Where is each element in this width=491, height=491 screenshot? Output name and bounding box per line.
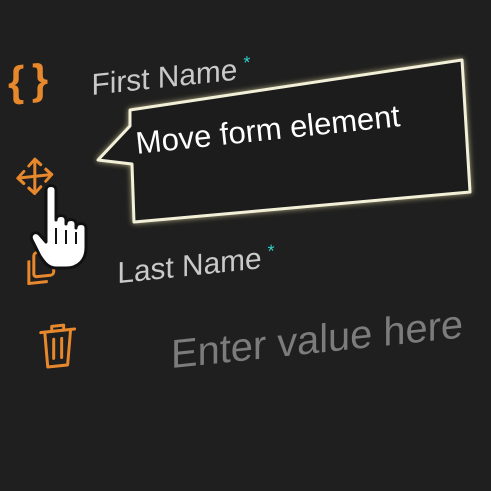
last-name-label-text: Last Name — [117, 241, 262, 291]
hand-pointer-icon — [29, 184, 88, 270]
last-name-required-mark: * — [267, 240, 275, 262]
braces-icon[interactable]: { } — [8, 54, 46, 105]
trash-icon[interactable] — [38, 320, 78, 372]
form-editor-canvas: { } First Name * Last Name * Enter value… — [0, 0, 491, 491]
last-name-input[interactable] — [171, 296, 490, 381]
last-name-label: Last Name * — [117, 241, 274, 292]
